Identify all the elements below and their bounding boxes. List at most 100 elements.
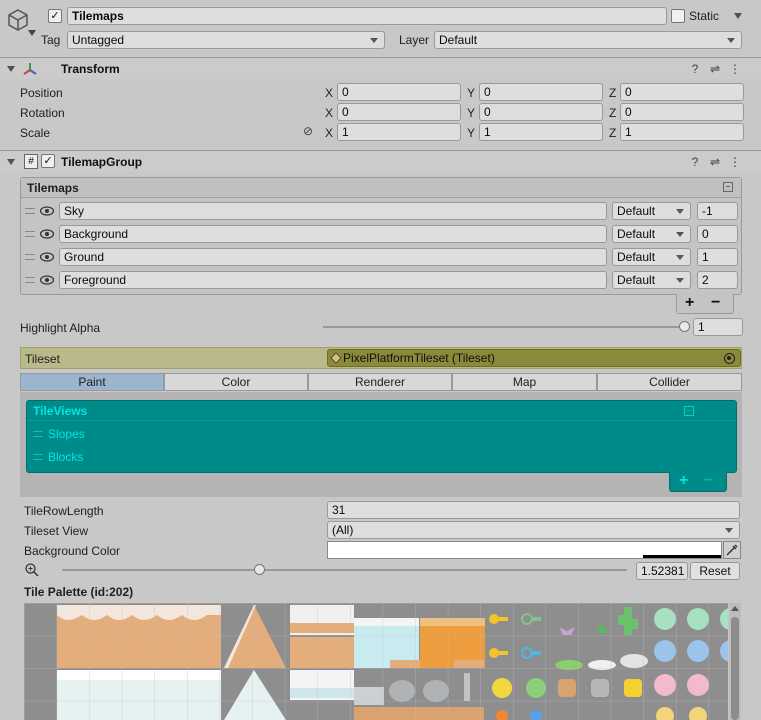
list-footer: + − — [676, 294, 734, 314]
collapse-icon[interactable]: − — [723, 182, 733, 192]
tileviews-list: TileViews − Slopes Blocks — [26, 400, 737, 473]
rotation-x-input[interactable]: 0 — [337, 103, 461, 121]
help-icon[interactable]: ? — [688, 155, 702, 169]
tilemap-order-input[interactable]: -1 — [697, 202, 738, 220]
layer-label: Layer — [399, 33, 430, 47]
scale-label: Scale — [20, 126, 51, 140]
layer-dropdown[interactable]: Default — [434, 31, 742, 49]
tab-renderer[interactable]: Renderer — [308, 373, 452, 391]
constrain-proportions-icon[interactable]: ⊘ — [301, 124, 315, 138]
drag-handle-icon[interactable] — [25, 277, 35, 283]
tilemapgroup-title: TilemapGroup — [61, 155, 143, 169]
add-tileview-button[interactable]: + — [679, 472, 688, 490]
highlight-alpha-input[interactable]: 1 — [693, 318, 743, 336]
static-checkbox[interactable] — [671, 9, 685, 23]
visibility-eye-icon[interactable] — [39, 251, 55, 263]
zoom-icon — [24, 562, 40, 578]
scale-x-input[interactable]: 1 — [337, 123, 461, 141]
background-color-label: Background Color — [24, 544, 121, 558]
tilemapgroup-header[interactable]: # ✓ TilemapGroup ? ⇌ ⋮ — [0, 150, 761, 172]
tilemap-name-input[interactable]: Sky — [59, 202, 607, 220]
drag-handle-icon[interactable] — [33, 454, 43, 460]
position-z-input[interactable]: 0 — [620, 83, 744, 101]
tile-row-length-input[interactable]: 31 — [327, 501, 740, 519]
collapse-icon[interactable]: − — [684, 406, 694, 416]
highlight-alpha-track[interactable] — [323, 326, 685, 328]
scale-z-input[interactable]: 1 — [620, 123, 744, 141]
tileset-view-dropdown[interactable]: (All) — [327, 521, 740, 539]
tilemap-layer-dropdown[interactable]: Default — [612, 248, 691, 266]
tag-label: Tag — [41, 33, 61, 47]
tilemap-order-input[interactable]: 0 — [697, 225, 738, 243]
rotation-z-axis: Z — [609, 106, 617, 120]
add-item-button[interactable]: + — [685, 294, 694, 312]
object-picker-icon[interactable] — [724, 353, 735, 364]
zoom-track[interactable] — [62, 569, 627, 571]
tilemaps-list-title: Tilemaps — [27, 181, 79, 195]
gameobject-icon-dropdown[interactable] — [28, 30, 36, 36]
tile-row-length-label: TileRowLength — [24, 504, 104, 518]
tilemap-name-input[interactable]: Foreground — [59, 271, 607, 289]
presets-icon[interactable]: ⇌ — [708, 62, 722, 76]
zoom-handle[interactable] — [253, 564, 265, 575]
rotation-y-input[interactable]: 0 — [479, 103, 603, 121]
visibility-eye-icon[interactable] — [39, 228, 55, 240]
tab-color[interactable]: Color — [164, 373, 308, 391]
tilemap-order-input[interactable]: 1 — [697, 248, 738, 266]
tilemaps-list-header: Tilemaps − — [21, 178, 741, 198]
presets-icon[interactable]: ⇌ — [708, 155, 722, 169]
tileset-value: PixelPlatformTileset (Tileset) — [343, 351, 495, 365]
transform-fold[interactable] — [7, 66, 15, 72]
drag-handle-icon[interactable] — [33, 431, 43, 437]
tileset-label: Tileset — [25, 352, 60, 366]
more-icon[interactable]: ⋮ — [728, 62, 742, 76]
position-x-input[interactable]: 0 — [337, 83, 461, 101]
scroll-up-arrow-icon[interactable] — [731, 606, 739, 611]
reset-button[interactable]: Reset — [690, 562, 740, 580]
help-icon[interactable]: ? — [688, 62, 702, 76]
tile-palette[interactable] — [24, 603, 728, 720]
visibility-eye-icon[interactable] — [39, 205, 55, 217]
tilemap-layer-dropdown[interactable]: Default — [612, 202, 691, 220]
more-icon[interactable]: ⋮ — [728, 155, 742, 169]
tilemap-order-input[interactable]: 2 — [697, 271, 738, 289]
drag-handle-icon[interactable] — [25, 231, 35, 237]
gameobject-icon — [6, 8, 30, 32]
scroll-thumb[interactable] — [731, 617, 739, 720]
static-dropdown[interactable] — [734, 13, 742, 19]
scale-x-axis: X — [325, 126, 334, 140]
scale-y-input[interactable]: 1 — [479, 123, 603, 141]
object-name-input[interactable]: Tilemaps — [67, 7, 667, 25]
palette-scrollbar[interactable] — [729, 603, 741, 720]
eyedropper-icon[interactable] — [723, 541, 741, 559]
transform-header[interactable]: Transform ? ⇌ ⋮ — [0, 57, 761, 79]
remove-tileview-button[interactable]: − — [704, 472, 713, 490]
active-checkbox[interactable]: ✓ — [48, 9, 62, 23]
tab-paint[interactable]: Paint — [20, 373, 164, 391]
rotation-z-input[interactable]: 0 — [620, 103, 744, 121]
zoom-input[interactable]: 1.52381 — [636, 562, 688, 580]
tilemap-layer-dropdown[interactable]: Default — [612, 271, 691, 289]
tag-dropdown[interactable]: Untagged — [67, 31, 385, 49]
tilemap-name-input[interactable]: Ground — [59, 248, 607, 266]
tileview-item[interactable]: Slopes — [48, 427, 85, 441]
tilemapgroup-enabled-checkbox[interactable]: ✓ — [41, 154, 55, 168]
tilemapgroup-fold[interactable] — [7, 159, 15, 165]
tab-map[interactable]: Map — [452, 373, 597, 391]
tilemap-name-input[interactable]: Background — [59, 225, 607, 243]
position-y-input[interactable]: 0 — [479, 83, 603, 101]
drag-handle-icon[interactable] — [25, 208, 35, 214]
tilemap-layer-dropdown[interactable]: Default — [612, 225, 691, 243]
tab-collider[interactable]: Collider — [597, 373, 742, 391]
tileviews-footer: + − — [669, 472, 727, 492]
scale-z-axis: Z — [609, 126, 617, 140]
remove-item-button[interactable]: − — [711, 294, 720, 312]
position-y-axis: Y — [467, 86, 476, 100]
highlight-alpha-handle[interactable] — [679, 321, 690, 332]
visibility-eye-icon[interactable] — [39, 274, 55, 286]
tileview-item[interactable]: Blocks — [48, 450, 83, 464]
drag-handle-icon[interactable] — [25, 254, 35, 260]
background-color-field[interactable] — [327, 541, 722, 559]
rotation-x-axis: X — [325, 106, 334, 120]
tileset-field[interactable]: PixelPlatformTileset (Tileset) — [327, 349, 741, 367]
